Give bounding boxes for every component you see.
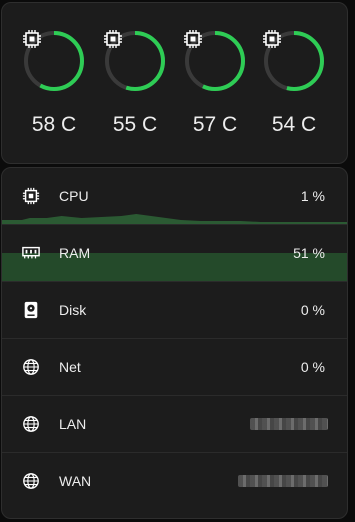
cpu-chip-icon — [184, 30, 202, 48]
cpu-history-graph — [2, 214, 347, 224]
temperature-gauge-3[interactable]: 57 C — [183, 29, 247, 136]
temperature-value: 58 C — [31, 113, 77, 136]
cpu-chip-icon — [263, 30, 281, 48]
stat-value-cpu: 1 % — [300, 188, 325, 204]
stat-value-net: 0 % — [300, 359, 325, 375]
stat-label-ram: RAM — [59, 245, 91, 261]
stat-label-wan: WAN — [59, 473, 92, 489]
stat-row-net[interactable]: Net 0 % — [2, 339, 347, 396]
system-stats-card: CPU 1 % RAM 51 % Disk 0 % Net 0 % LAN WA… — [1, 167, 348, 519]
cpu-chip-icon — [23, 30, 41, 48]
stat-value-disk: 0 % — [300, 302, 325, 318]
temperature-gauge-2[interactable]: 55 C — [103, 29, 167, 136]
lan-address-redacted — [250, 418, 328, 430]
temperature-value: 55 C — [112, 113, 158, 136]
stat-row-wan[interactable]: WAN — [2, 453, 347, 510]
temperature-card: 58 C 55 C 57 C 54 C — [1, 2, 348, 164]
temperature-gauge-4[interactable]: 54 C — [262, 29, 326, 136]
cpu-chip-icon — [22, 187, 40, 205]
stat-label-disk: Disk — [59, 302, 87, 318]
globe-icon — [23, 416, 39, 432]
temperature-value: 54 C — [271, 113, 317, 136]
cpu-chip-icon — [104, 30, 122, 48]
stat-row-disk[interactable]: Disk 0 % — [2, 282, 347, 339]
memory-icon — [22, 246, 40, 259]
wan-address-redacted — [238, 475, 328, 487]
disk-icon — [24, 301, 38, 319]
stat-value-ram: 51 % — [293, 245, 325, 261]
globe-icon — [23, 359, 39, 375]
globe-icon — [23, 473, 39, 489]
temperature-value: 57 C — [192, 113, 238, 136]
stat-label-lan: LAN — [59, 416, 87, 432]
stat-row-ram[interactable]: RAM 51 % — [2, 225, 347, 282]
stat-row-cpu[interactable]: CPU 1 % — [2, 168, 347, 225]
temperature-gauge-1[interactable]: 58 C — [22, 29, 86, 136]
stat-label-cpu: CPU — [59, 188, 89, 204]
stat-label-net: Net — [59, 359, 81, 375]
stat-row-lan[interactable]: LAN — [2, 396, 347, 453]
